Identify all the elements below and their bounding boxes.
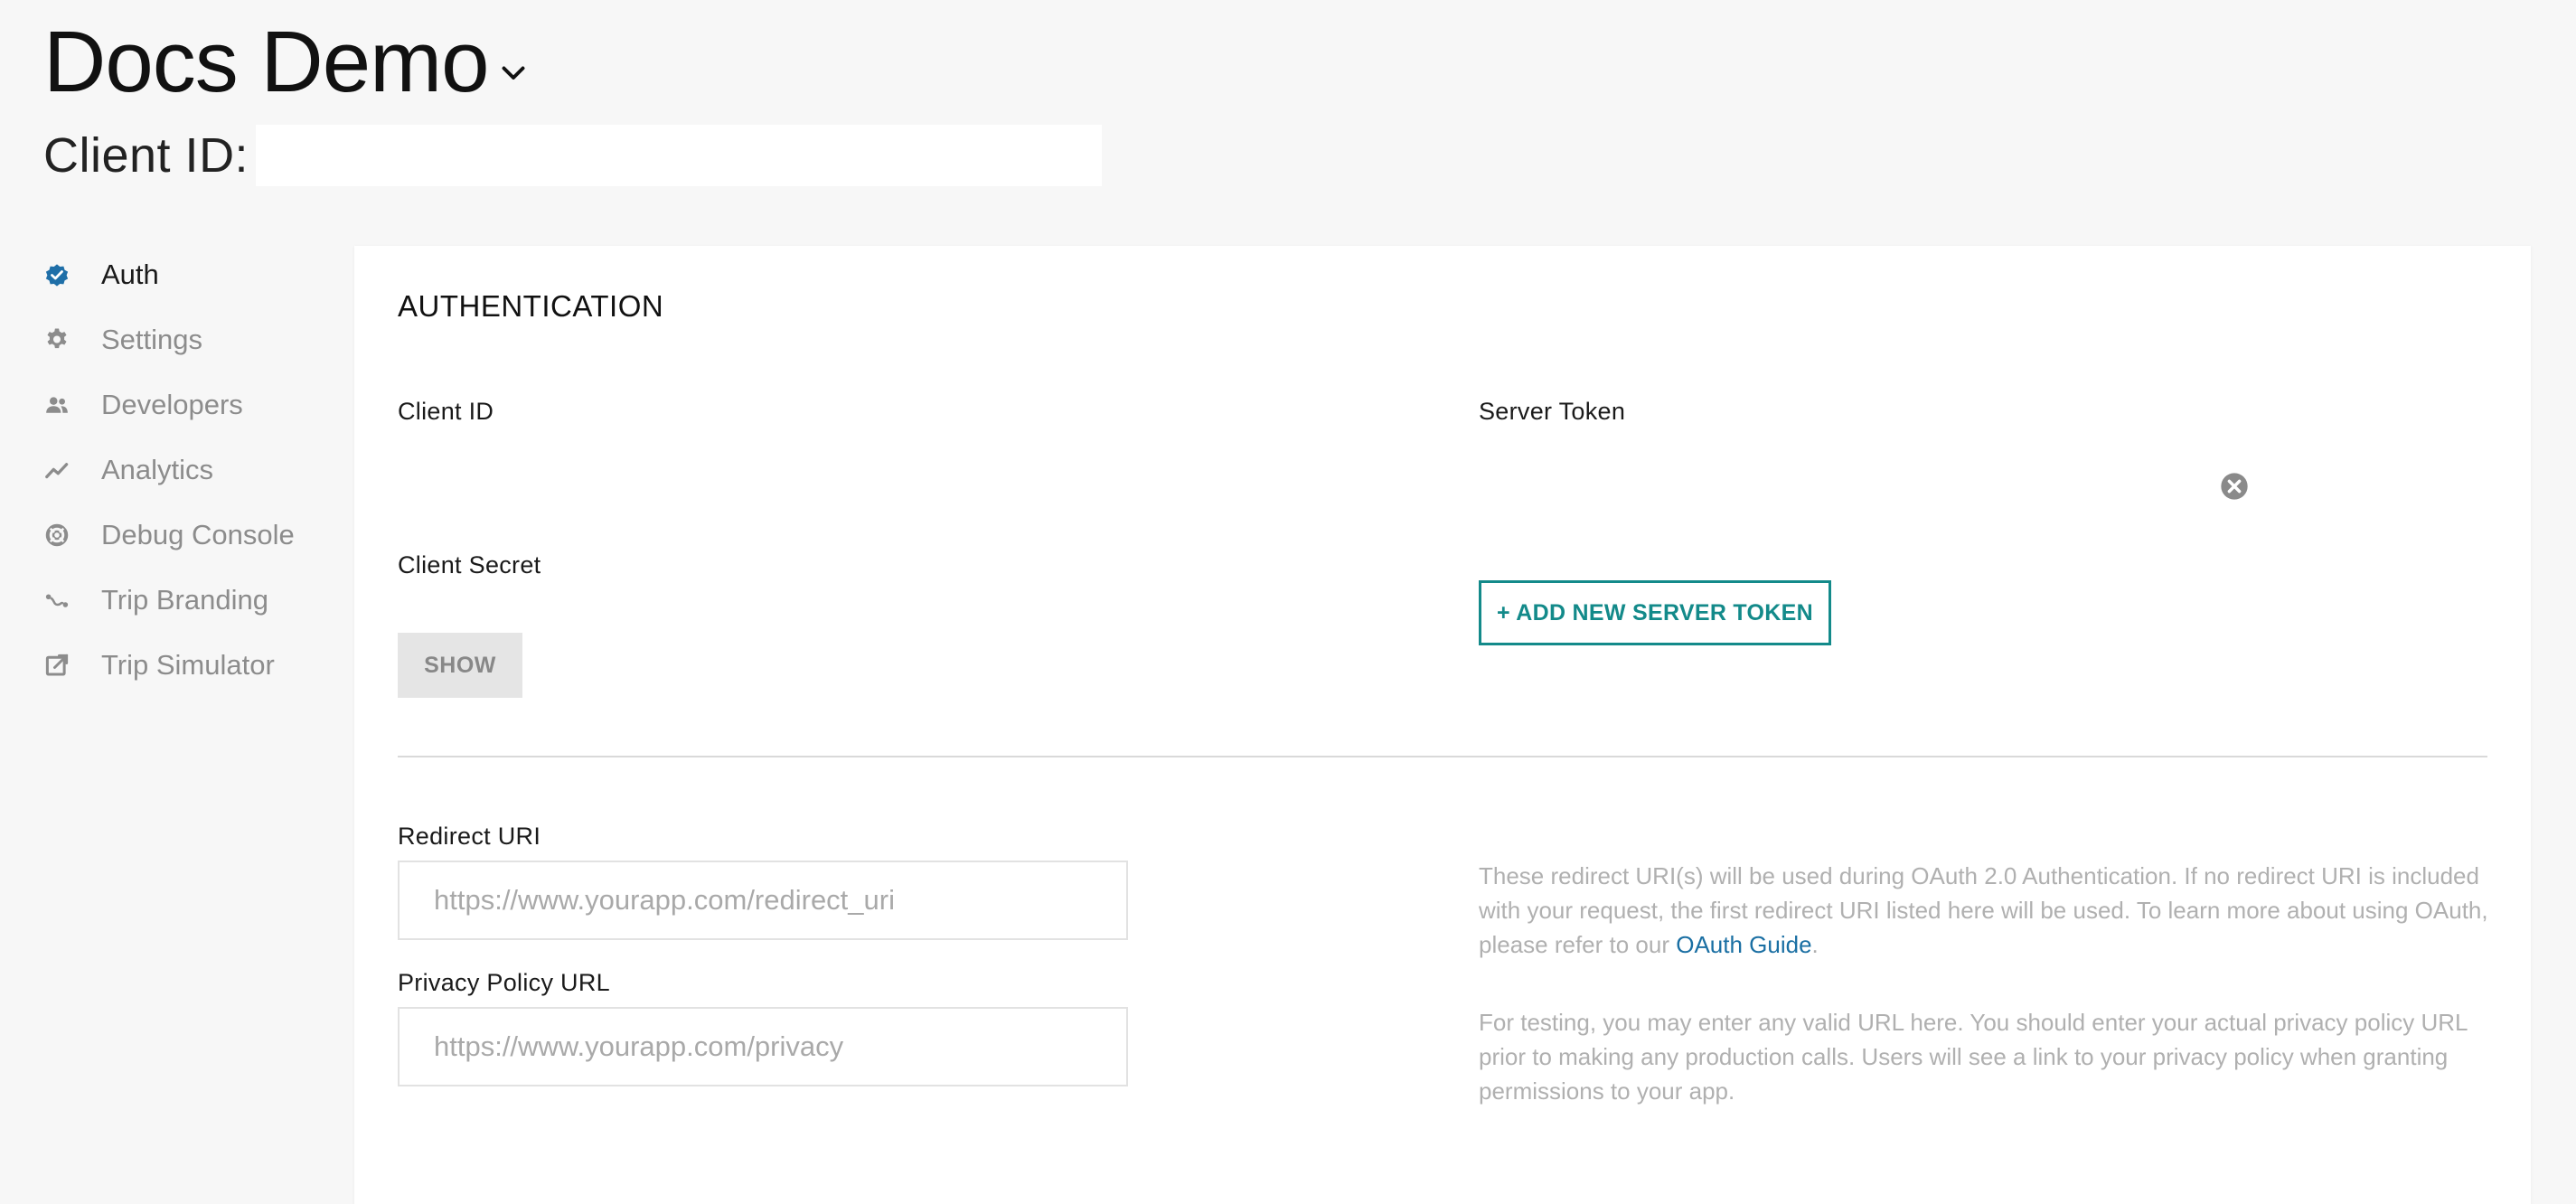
oauth-guide-link[interactable]: OAuth Guide [1676, 931, 1811, 958]
sidebar-item-settings[interactable]: Settings [43, 307, 333, 372]
header-client-id-label: Client ID: [43, 128, 249, 183]
add-server-token-button[interactable]: + ADD NEW SERVER TOKEN [1479, 580, 1831, 645]
people-icon [43, 391, 71, 419]
close-icon[interactable] [2220, 472, 2249, 501]
privacy-policy-input[interactable] [398, 1007, 1128, 1086]
redirect-help-text: These redirect URI(s) will be used durin… [1479, 862, 2488, 958]
chevron-down-icon[interactable] [497, 56, 530, 89]
sidebar-item-auth[interactable]: Auth [43, 242, 333, 307]
section-title: AUTHENTICATION [398, 289, 664, 323]
sidebar-item-label: Trip Simulator [101, 649, 275, 681]
sidebar-item-label: Debug Console [101, 519, 295, 550]
sidebar-item-label: Settings [101, 324, 203, 355]
app-title: Docs Demo [43, 14, 489, 110]
redirect-uri-label: Redirect URI [398, 823, 541, 850]
sidebar-item-trip-simulator[interactable]: Trip Simulator [43, 633, 333, 698]
redirect-uri-help: These redirect URI(s) will be used durin… [1479, 859, 2491, 962]
privacy-policy-help: For testing, you may enter any valid URL… [1479, 1009, 2468, 1105]
client-secret-label: Client Secret [398, 551, 541, 578]
gear-icon [43, 326, 71, 353]
authentication-card: AUTHENTICATION Client ID Server Token Cl… [354, 246, 2531, 1204]
sidebar-item-analytics[interactable]: Analytics [43, 437, 333, 503]
header-client-id-field[interactable] [256, 125, 1103, 186]
sidebar-item-debug-console[interactable]: Debug Console [43, 503, 333, 568]
header-client-id: Client ID: [43, 125, 1103, 186]
show-secret-button[interactable]: SHOW [398, 633, 522, 698]
trend-line-icon [43, 456, 71, 484]
client-id-label: Client ID [398, 398, 494, 425]
sidebar-item-label: Developers [101, 389, 243, 420]
sidebar-item-label: Trip Branding [101, 584, 268, 616]
sidebar-item-developers[interactable]: Developers [43, 372, 333, 437]
section-divider [398, 756, 2487, 757]
route-icon [43, 587, 71, 614]
lifebuoy-icon [43, 522, 71, 549]
redirect-help-period: . [1811, 931, 1819, 958]
sidebar-item-label: Auth [101, 259, 159, 290]
redirect-uri-input[interactable] [398, 861, 1128, 940]
app-switcher[interactable]: Docs Demo [43, 13, 530, 112]
sidebar-item-trip-branding[interactable]: Trip Branding [43, 568, 333, 633]
external-link-icon [43, 652, 71, 679]
sidebar-item-label: Analytics [101, 454, 214, 485]
verified-badge-icon [43, 261, 71, 288]
privacy-policy-label: Privacy Policy URL [398, 969, 610, 996]
sidebar: Auth Settings Developers Analytics Debug… [43, 242, 333, 698]
server-token-label: Server Token [1479, 398, 1626, 425]
